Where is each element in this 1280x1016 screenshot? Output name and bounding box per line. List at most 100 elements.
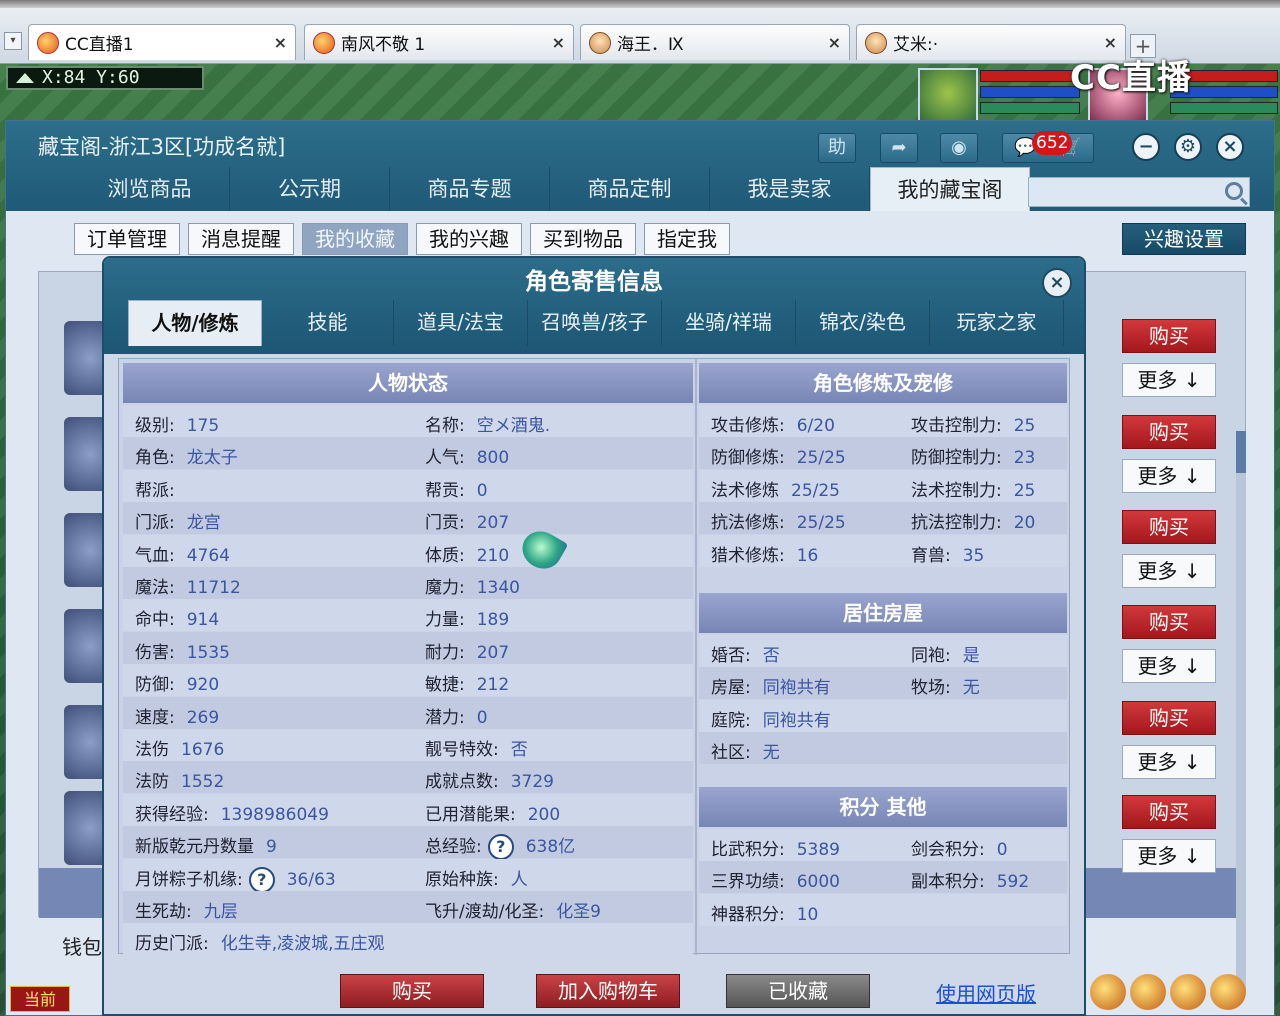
field-label: 人气: (425, 448, 465, 469)
peach-orb-icon[interactable] (1090, 974, 1126, 1010)
list-buy-button[interactable]: 购买 (1122, 605, 1216, 639)
minimize-icon[interactable]: − (1132, 133, 1160, 161)
field-value: 4764 (186, 545, 230, 566)
subtab-messages[interactable]: 消息提醒 (188, 223, 294, 255)
field: 神器积分: 10 (711, 900, 818, 925)
nav-my-cangbaoge[interactable]: 我的藏宝阁 (870, 167, 1030, 211)
browser-tab-1[interactable]: CC直播1 × (28, 24, 296, 60)
list-buy-button[interactable]: 购买 (1122, 510, 1216, 544)
search-icon[interactable] (1225, 182, 1243, 200)
field: 法术控制力: 25 (911, 476, 1035, 501)
close-icon[interactable]: × (1042, 268, 1072, 298)
tab-label: CC直播1 (65, 35, 134, 55)
field: 历史门派: 化生寺,凌波城,五庄观 (135, 929, 385, 954)
field-value: 11712 (186, 578, 241, 598)
tab-pets[interactable]: 召唤兽/孩子 (528, 300, 662, 346)
field-label: 攻击控制力: (911, 416, 1002, 436)
web-version-link[interactable]: 使用网页版 (936, 978, 1036, 1007)
help-question-icon[interactable]: ? (248, 866, 275, 893)
field-value: 6000 (796, 872, 840, 893)
browser-tab-2[interactable]: 南风不敬 1 × (304, 24, 574, 60)
list-buy-button[interactable]: 购买 (1122, 795, 1216, 829)
field-value: 207 (476, 642, 510, 663)
gear-icon[interactable]: ⚙ (1174, 133, 1202, 161)
tab-character[interactable]: 人物/修炼 (128, 300, 262, 346)
window-title: 藏宝阁-浙江3区[功成名就] (38, 135, 286, 159)
close-icon[interactable]: × (552, 33, 565, 52)
subtab-interests[interactable]: 我的兴趣 (416, 223, 522, 255)
field: 防御修炼: 25/25 (711, 443, 846, 468)
list-more-button[interactable]: 更多 ↓ (1122, 839, 1216, 873)
gear-orb-icon[interactable] (1210, 974, 1246, 1010)
fan-orb-icon[interactable] (1130, 974, 1166, 1010)
field-label: 角色: (135, 448, 175, 469)
field: 名称: 空メ酒鬼. (425, 411, 550, 436)
tab-player-home[interactable]: 玩家之家 (930, 300, 1064, 346)
field-label: 防御: (135, 675, 175, 696)
tab-label: 艾米:· (893, 35, 939, 55)
field-label: 门贡: (425, 513, 465, 534)
field-value: 1552 (181, 772, 225, 793)
tab-skills[interactable]: 技能 (262, 300, 394, 346)
nav-seller[interactable]: 我是卖家 (710, 167, 870, 211)
list-more-button[interactable]: 更多 ↓ (1122, 459, 1216, 493)
favorited-button[interactable]: 已收藏 (726, 974, 870, 1008)
field-value: 龙宫 (186, 513, 221, 534)
field-value: 207 (476, 513, 510, 534)
field: 月饼粽子机缘:? 36/63 (135, 865, 336, 893)
subtab-purchased[interactable]: 买到物品 (530, 223, 636, 255)
tab-list-chevron-icon[interactable]: ▾ (4, 32, 22, 50)
nav-publicity[interactable]: 公示期 (230, 167, 390, 211)
record-icon[interactable]: ◉ (940, 133, 978, 163)
tab-items[interactable]: 道具/法宝 (394, 300, 528, 346)
field: 角色: 龙太子 (135, 443, 238, 468)
field-value: 25/25 (791, 480, 840, 501)
help-question-icon[interactable]: ? (487, 834, 514, 861)
search-input[interactable] (1028, 177, 1250, 207)
list-scrollbar[interactable] (1236, 431, 1246, 991)
field: 魔力: 1340 (425, 573, 520, 598)
close-icon[interactable]: × (1216, 133, 1244, 161)
nav-topics[interactable]: 商品专题 (390, 167, 550, 211)
buy-button[interactable]: 购买 (340, 974, 484, 1008)
close-icon[interactable]: × (274, 33, 287, 52)
exp-bar (980, 102, 1080, 114)
pet-portrait[interactable] (918, 68, 978, 124)
field-label: 剑会积分: (911, 840, 985, 860)
tab-outfits[interactable]: 锦衣/染色 (796, 300, 930, 346)
smile-orb-icon[interactable] (1170, 974, 1206, 1010)
interest-settings-button[interactable]: 兴趣设置 (1122, 223, 1246, 255)
list-more-button[interactable]: 更多 ↓ (1122, 649, 1216, 683)
field-label: 法术修炼 (711, 480, 779, 501)
field: 潜力: 0 (425, 703, 488, 728)
add-to-cart-button[interactable]: 加入购物车 (536, 974, 680, 1008)
subtab-orders[interactable]: 订单管理 (74, 223, 180, 255)
field-value: 23 (1013, 448, 1036, 469)
field: 已用潜能果: 200 (425, 800, 560, 825)
current-channel-badge[interactable]: 当前 (10, 986, 70, 1012)
tab-mounts[interactable]: 坐骑/祥瑞 (662, 300, 796, 346)
main-nav: 浏览商品 公示期 商品专题 商品定制 我是卖家 我的藏宝阁 (70, 167, 1030, 211)
nav-browse[interactable]: 浏览商品 (70, 167, 230, 211)
browser-tab-3[interactable]: 海王．Ⅸ × (580, 24, 850, 60)
help-button[interactable]: 助 (818, 133, 856, 163)
field: 防御控制力: 23 (911, 443, 1035, 468)
nav-custom[interactable]: 商品定制 (550, 167, 710, 211)
field: 体质: 210 (425, 541, 509, 566)
field-value: 1535 (186, 642, 230, 663)
list-buy-button[interactable]: 购买 (1122, 415, 1216, 449)
list-buy-button[interactable]: 购买 (1122, 701, 1216, 735)
dialog-header: 角色寄售信息 × 人物/修炼 技能 道具/法宝 召唤兽/孩子 坐骑/祥瑞 锦衣/… (104, 258, 1084, 354)
field-label: 体质: (425, 545, 465, 566)
close-icon[interactable]: × (828, 33, 841, 52)
list-more-button[interactable]: 更多 ↓ (1122, 745, 1216, 779)
list-buy-button[interactable]: 购买 (1122, 319, 1216, 353)
subtab-favorites[interactable]: 我的收藏 (302, 223, 408, 255)
field-value: 化生寺,凌波城,五庄观 (220, 934, 385, 955)
list-more-button[interactable]: 更多 ↓ (1122, 554, 1216, 588)
list-more-button[interactable]: 更多 ↓ (1122, 363, 1216, 397)
field-label: 靓号特效: (425, 740, 499, 760)
share-arrow-icon[interactable]: ➦ (880, 133, 918, 163)
subtab-assigned[interactable]: 指定我 (644, 223, 730, 255)
list-scrollbar-thumb[interactable] (1236, 431, 1246, 473)
